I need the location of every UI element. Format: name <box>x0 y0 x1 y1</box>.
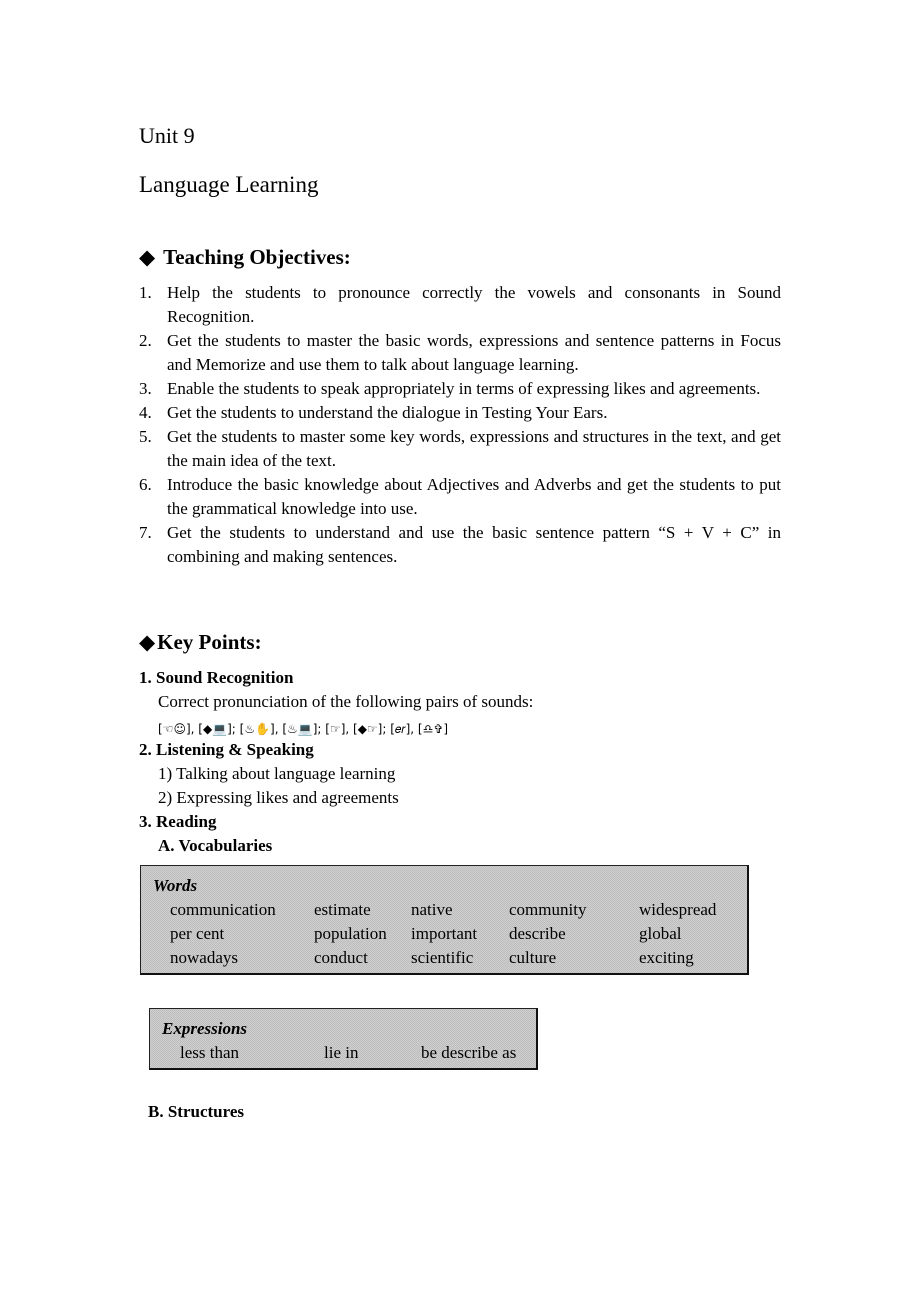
diamond-bullet-icon: ◆ <box>139 630 156 654</box>
word: exciting <box>639 948 694 967</box>
words-box: Words communication estimate native comm… <box>140 865 749 975</box>
item-text: Get the students to understand and use t… <box>167 523 781 566</box>
word: native <box>411 900 453 919</box>
item-text: Get the students to understand the dialo… <box>167 403 608 422</box>
heading-text: Teaching Objectives: <box>163 245 351 269</box>
key-points-heading: ◆Key Points: <box>139 628 262 656</box>
unit-number: Unit 9 <box>139 123 195 148</box>
word: scientific <box>411 948 474 967</box>
item-number: 6. <box>139 475 152 494</box>
structures-heading: B. Structures <box>148 1102 245 1121</box>
item-text: Introduce the basic knowledge about Adje… <box>167 475 781 518</box>
item-number: 2. <box>139 331 152 350</box>
objective-item: 5. Get the students to master some key wo… <box>139 425 781 473</box>
listening-item: 1) Talking about language learning <box>158 764 396 783</box>
objective-item: 6. Introduce the basic knowledge about Ad… <box>139 473 781 521</box>
unit-title: Language Learning <box>139 172 319 197</box>
word: describe <box>509 924 566 943</box>
item-text: Help the students to pronounce correctly… <box>167 283 781 326</box>
sound-recognition-intro: Correct pronunciation of the following p… <box>158 692 534 711</box>
item-text: Enable the students to speak appropriate… <box>167 379 761 398</box>
word: per cent <box>170 924 225 943</box>
objective-item: 2. Get the students to master the basic w… <box>139 329 781 377</box>
word: conduct <box>314 948 368 967</box>
objective-item: 3. Enable the students to speak appropria… <box>139 377 781 401</box>
item-number: 5. <box>139 427 152 446</box>
word: communication <box>170 900 276 919</box>
listening-item: 2) Expressing likes and agreements <box>158 788 399 807</box>
expressions-box-title: Expressions <box>162 1019 248 1038</box>
word: widespread <box>639 900 717 919</box>
objective-item: 4. Get the students to understand the dia… <box>139 401 781 425</box>
heading-text: Key Points: <box>157 630 262 654</box>
vocabularies-heading: A. Vocabularies <box>158 836 273 855</box>
item-number: 1. <box>139 283 152 302</box>
word: population <box>314 924 387 943</box>
objectives-list: 1. Help the students to pronounce correct… <box>139 281 781 569</box>
objective-item: 1. Help the students to pronounce correct… <box>139 281 781 329</box>
item-text: Get the students to master some key word… <box>167 427 781 470</box>
expression: less than <box>180 1043 240 1062</box>
teaching-objectives-heading: ◆ Teaching Objectives: <box>139 243 351 271</box>
objective-item: 7. Get the students to understand and use… <box>139 521 781 569</box>
diamond-bullet-icon: ◆ <box>139 245 156 269</box>
expression: be describe as <box>421 1043 517 1062</box>
sound-recognition-heading: 1. Sound Recognition <box>139 668 294 687</box>
reading-heading: 3. Reading <box>139 812 217 831</box>
item-text: Get the students to master the basic wor… <box>167 331 781 374</box>
word: culture <box>509 948 557 967</box>
item-number: 7. <box>139 523 152 542</box>
word: global <box>639 924 682 943</box>
item-number: 4. <box>139 403 152 422</box>
word: community <box>509 900 587 919</box>
words-box-title: Words <box>153 876 198 895</box>
word: estimate <box>314 900 371 919</box>
item-number: 3. <box>139 379 152 398</box>
expressions-box: Expressions less than lie in be describe… <box>149 1008 538 1070</box>
word: important <box>411 924 478 943</box>
word: nowadays <box>170 948 238 967</box>
expression: lie in <box>324 1043 359 1062</box>
listening-speaking-heading: 2. Listening & Speaking <box>139 740 314 759</box>
